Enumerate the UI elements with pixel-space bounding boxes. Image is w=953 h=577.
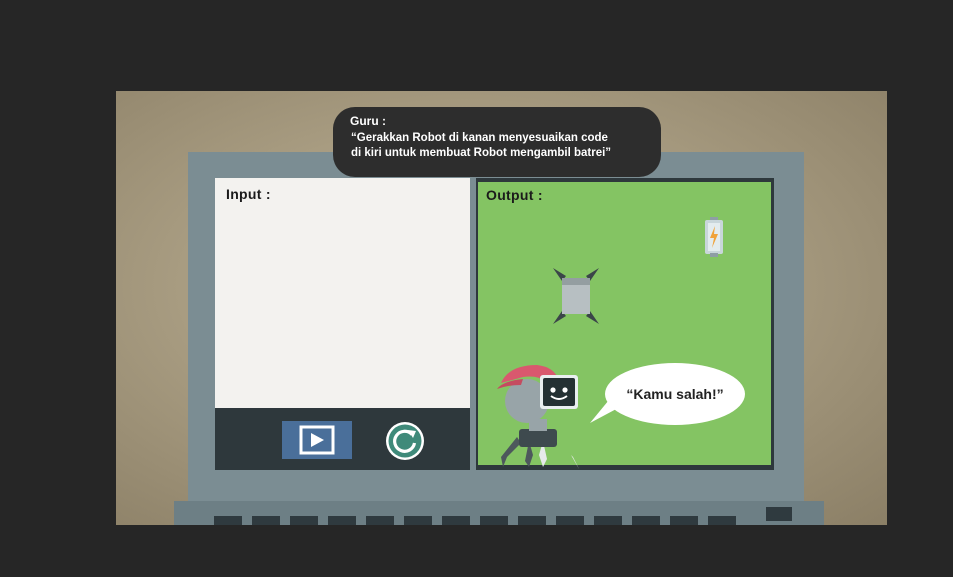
- teacher-instruction-bubble: Guru : “Gerakkan Robot di kanan menyesua…: [333, 107, 661, 177]
- keyboard-key: [518, 516, 546, 525]
- reset-icon: [386, 422, 424, 460]
- robot-character: [497, 365, 579, 469]
- keyboard-key: [214, 516, 242, 525]
- robot-speech-text: “Kamu salah!”: [626, 386, 724, 402]
- keyboard-key: [366, 516, 394, 525]
- teacher-name: Guru :: [350, 114, 386, 128]
- keyboard-key: [708, 516, 736, 525]
- keyboard-key: [290, 516, 318, 525]
- input-label: Input :: [226, 186, 271, 202]
- teacher-instruction-line-2: di kiri untuk membuat Robot mengambil ba…: [351, 147, 612, 159]
- keyboard-key: [556, 516, 584, 525]
- code-input-area[interactable]: Input :: [215, 178, 470, 408]
- reset-button[interactable]: [385, 421, 425, 461]
- teacher-instruction-line-1: “Gerakkan Robot di kanan menyesuaikan co…: [351, 132, 608, 144]
- keyboard-key: [404, 516, 432, 525]
- keyboard-key: [442, 516, 470, 525]
- robot-speech-bubble: “Kamu salah!”: [605, 363, 745, 425]
- keyboard-key: [252, 516, 280, 525]
- touchpad: [766, 507, 792, 521]
- keyboard-key: [480, 516, 508, 525]
- keyboard-key: [670, 516, 698, 525]
- run-button[interactable]: [282, 421, 352, 459]
- output-label: Output :: [486, 187, 543, 203]
- goal-marker-icon: [553, 268, 599, 324]
- battery-icon: [705, 217, 723, 257]
- play-icon: [299, 425, 335, 455]
- game-scene: Input : Output : “Kamu salah!” Guru: “G…: [116, 91, 887, 525]
- keyboard-key: [632, 516, 660, 525]
- keyboard-key: [328, 516, 356, 525]
- keyboard-key: [594, 516, 622, 525]
